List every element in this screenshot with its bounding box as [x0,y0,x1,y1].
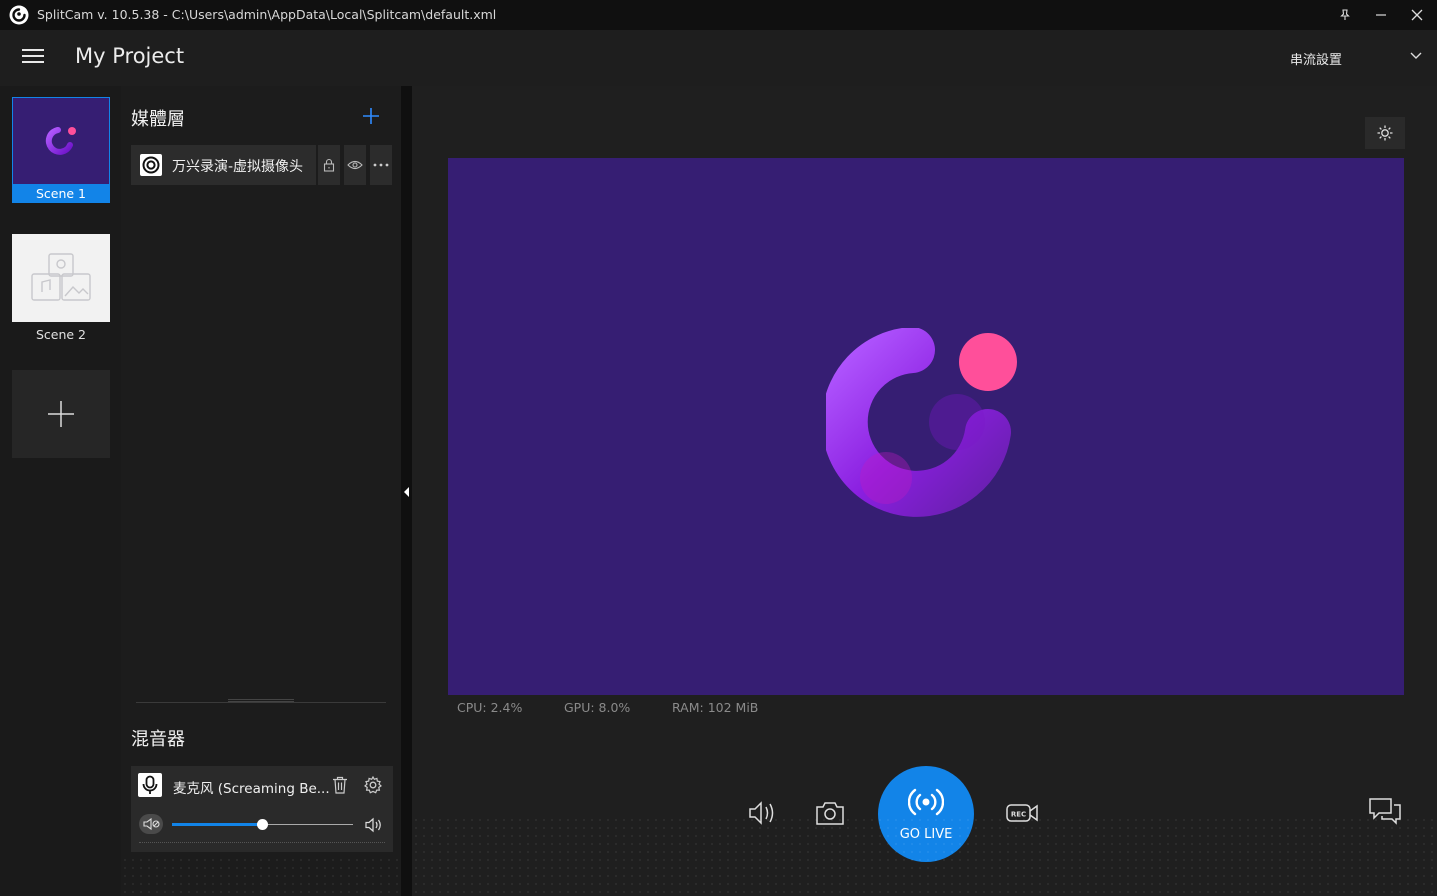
scene-label: Scene 2 [35,327,87,342]
speaker-icon[interactable] [364,817,384,833]
svg-text:REC: REC [1011,811,1026,819]
panel-divider[interactable] [401,86,412,896]
sun-icon [1377,125,1393,141]
volume-slider-fill [172,823,262,826]
eye-icon[interactable] [344,145,366,185]
camera-snapshot-icon[interactable] [812,798,848,828]
stream-preview[interactable] [448,158,1404,695]
chevron-down-icon[interactable] [1408,47,1424,63]
sources-title: 媒體層 [131,109,185,130]
title-bar: SplitCam v. 10.5.38 - C:\Users\admin\App… [0,0,1437,30]
mute-toggle-icon[interactable] [139,814,163,834]
minimize-icon[interactable] [1363,0,1399,30]
gear-icon[interactable] [364,776,382,794]
lock-icon[interactable] [318,145,340,185]
scene-item-2[interactable]: Scene 2 [12,234,110,344]
sources-panel: 媒體層 万兴录演-虚拟摄像头 混音器 麦克风 (Screaming Be... [121,86,401,896]
trash-icon[interactable] [332,776,348,794]
collapse-arrow-icon[interactable] [403,486,410,498]
scene-thumbnail [12,234,110,322]
splitter-handle[interactable] [228,699,294,702]
go-live-label: GO LIVE [899,827,953,842]
democreator-logo-icon [45,127,76,155]
mixer-item: 麦克风 (Screaming Be... [131,766,393,852]
add-scene-button[interactable] [12,370,110,458]
plus-icon [48,401,74,427]
brightness-button[interactable] [1365,117,1405,149]
audio-icon[interactable] [746,798,782,828]
mixer-item-label: 麦克风 (Screaming Be... [173,781,330,797]
media-placeholder-icon [31,253,91,301]
scenes-panel: Scene 1 Scene 2 [0,86,121,896]
panel-splitter[interactable] [136,702,386,703]
mixer-level-meter [139,842,385,843]
scene-item-1[interactable]: Scene 1 [12,97,110,203]
project-title: My Project [75,44,185,68]
main-area: CPU: 2.4% GPU: 8.0% RAM: 102 MiB GO LIVE… [412,86,1437,896]
volume-slider-thumb[interactable] [257,819,268,830]
app-header: My Project 串流設置 [0,30,1437,86]
broadcast-icon [908,788,944,816]
mixer-title: 混音器 [131,729,185,750]
panel-pattern [121,856,401,896]
scene-thumbnail [12,97,110,185]
stream-settings-dropdown[interactable]: 串流設置 [1290,49,1342,68]
source-item[interactable]: 万兴录演-虚拟摄像头 [131,145,316,185]
cpu-stat: CPU: 2.4% [457,700,523,715]
scene-label: Scene 1 [12,185,110,203]
gpu-stat: GPU: 8.0% [564,700,631,715]
webcam-source-icon [140,154,162,176]
source-label: 万兴录演-虚拟摄像头 [172,159,304,175]
pin-icon[interactable] [1327,0,1363,30]
window-title: SplitCam v. 10.5.38 - C:\Users\admin\App… [37,7,497,22]
close-icon[interactable] [1399,0,1435,30]
add-source-plus-icon[interactable] [362,107,380,125]
chat-icon[interactable] [1367,796,1403,826]
splitcam-logo-icon [9,5,29,25]
more-options-icon[interactable] [370,145,392,185]
ram-stat: RAM: 102 MiB [672,700,759,715]
go-live-button[interactable]: GO LIVE [878,766,974,862]
democreator-logo-icon [826,328,1017,517]
microphone-icon [138,773,162,797]
record-icon[interactable]: REC [1004,798,1040,828]
hamburger-menu-icon[interactable] [22,49,44,67]
